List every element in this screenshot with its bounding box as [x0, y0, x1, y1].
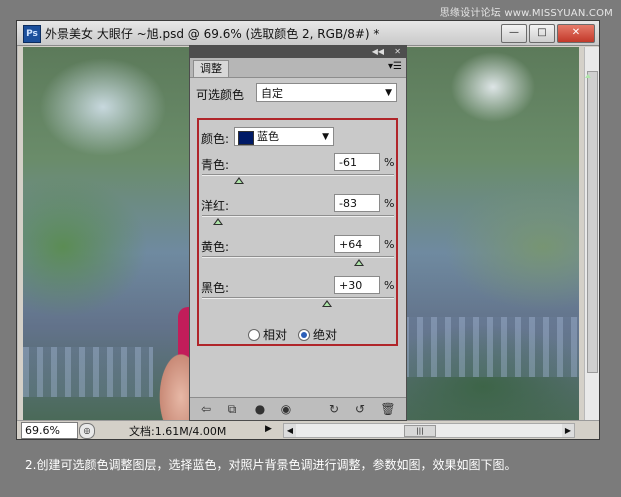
- vertical-scrollbar[interactable]: [584, 47, 599, 421]
- adjustments-panel: ◀◀ ✕ 调整 ▾☰ 可选颜色 自定 ▼ 颜色: 蓝色 ▼ 青色: -61 % …: [189, 45, 407, 421]
- preset-value: 自定: [261, 87, 283, 100]
- background-fence: [403, 317, 579, 377]
- slider-thumb[interactable]: [321, 300, 332, 307]
- panel-header-strip: ◀◀ ✕: [190, 46, 406, 58]
- slider-thumb[interactable]: [213, 218, 224, 225]
- slider-thumb[interactable]: [354, 259, 365, 266]
- zoom-level-field[interactable]: 69.6%: [21, 422, 78, 439]
- minimize-button[interactable]: —: [501, 24, 527, 43]
- slider-track[interactable]: [202, 215, 394, 217]
- slider-track[interactable]: [202, 174, 394, 176]
- adjustment-type-label: 可选颜色: [196, 88, 245, 102]
- radio-absolute-label: 绝对: [313, 328, 338, 342]
- preset-dropdown[interactable]: 自定 ▼: [256, 83, 397, 102]
- slider-label: 青色:: [201, 158, 230, 172]
- view-previous-state-icon[interactable]: ↻: [326, 401, 342, 417]
- panel-footer-toolbar: ⇦ ⧉ ● ◉ ↻ ↺ 🗑: [190, 397, 406, 420]
- percent-unit: %: [384, 279, 395, 292]
- horizontal-scrollbar[interactable]: ◀ ||| ▶: [283, 423, 575, 438]
- reset-icon[interactable]: ↺: [352, 401, 368, 417]
- radio-relative-label: 相对: [263, 328, 288, 342]
- slider-label: 黄色:: [201, 240, 230, 254]
- percent-unit: %: [384, 238, 395, 251]
- tab-adjustments[interactable]: 调整: [193, 60, 229, 77]
- slider-black: 黑色: +30 %: [201, 276, 396, 314]
- panel-menu-icon[interactable]: ▾☰: [388, 61, 402, 72]
- status-info-icon[interactable]: ◎: [79, 423, 95, 439]
- slider-label: 洋红:: [201, 199, 230, 213]
- watermark-text: 思缘设计论坛 www.MISSYUAN.COM: [439, 8, 613, 19]
- vertical-scroll-thumb[interactable]: [585, 71, 598, 373]
- color-row: 颜色: 蓝色 ▼: [201, 127, 391, 147]
- window-controls: — □ ✕: [501, 24, 595, 43]
- back-arrow-icon[interactable]: ⇦: [198, 401, 214, 417]
- tutorial-caption: 2.创建可选颜色调整图层，选择蓝色，对照片背景色调进行调整，参数如图，效果如图下…: [25, 458, 517, 472]
- collapse-panel-icon[interactable]: ◀◀: [372, 46, 384, 58]
- document-info: 文档:1.61M/4.00M: [129, 425, 227, 438]
- panel-tab-bar: 调整 ▾☰: [190, 58, 406, 78]
- slider-magenta: 洋红: -83 %: [201, 194, 396, 232]
- chevron-down-icon: ▼: [385, 88, 392, 98]
- document-title: 外景美女 大眼仔 ~旭.psd @ 69.6% (选取颜色 2, RGB/8#)…: [45, 27, 380, 41]
- radio-button-icon: [298, 328, 310, 341]
- expanded-view-icon[interactable]: ⧉: [224, 401, 240, 417]
- slider-yellow: 黄色: +64 %: [201, 235, 396, 273]
- slider-value-input[interactable]: +30: [334, 276, 380, 294]
- percent-unit: %: [384, 197, 395, 210]
- status-menu-arrow-icon[interactable]: ▶: [265, 424, 272, 434]
- photoshop-app-icon: Ps: [23, 25, 41, 43]
- status-bar: 69.6% ◎ 文档:1.61M/4.00M ▶ ◀ ||| ▶: [17, 420, 599, 439]
- radio-relative[interactable]: 相对: [248, 326, 287, 343]
- slider-thumb[interactable]: [234, 177, 245, 184]
- trash-icon[interactable]: 🗑: [380, 401, 396, 417]
- slider-track[interactable]: [202, 297, 394, 299]
- slider-value-input[interactable]: +64: [334, 235, 380, 253]
- visibility-eye-icon[interactable]: ◉: [278, 401, 294, 417]
- horizontal-scroll-thumb[interactable]: |||: [404, 425, 436, 437]
- title-bar: Ps 外景美女 大眼仔 ~旭.psd @ 69.6% (选取颜色 2, RGB/…: [17, 21, 599, 46]
- preset-row: 可选颜色 自定 ▼: [196, 83, 401, 105]
- slider-value-input[interactable]: -61: [334, 153, 380, 171]
- slider-value-input[interactable]: -83: [334, 194, 380, 212]
- background-fence-left: [23, 347, 153, 397]
- maximize-button[interactable]: □: [529, 24, 555, 43]
- scroll-right-icon[interactable]: ▶: [562, 424, 574, 437]
- clip-to-layer-icon[interactable]: ●: [252, 401, 268, 417]
- color-label: 颜色:: [201, 132, 230, 146]
- slider-track[interactable]: [202, 256, 394, 258]
- color-swatch: [238, 131, 254, 145]
- radio-button-icon: [248, 328, 260, 341]
- slider-label: 黑色:: [201, 281, 230, 295]
- scroll-left-icon[interactable]: ◀: [284, 424, 296, 437]
- chevron-down-icon: ▼: [322, 132, 329, 142]
- slider-cyan: 青色: -61 %: [201, 153, 396, 191]
- method-radio-group: 相对 绝对: [248, 326, 388, 342]
- color-dropdown[interactable]: 蓝色 ▼: [234, 127, 334, 146]
- close-button[interactable]: ✕: [557, 24, 595, 43]
- radio-absolute[interactable]: 绝对: [298, 326, 337, 343]
- color-value: 蓝色: [257, 130, 279, 143]
- percent-unit: %: [384, 156, 395, 169]
- close-panel-icon[interactable]: ✕: [394, 46, 401, 58]
